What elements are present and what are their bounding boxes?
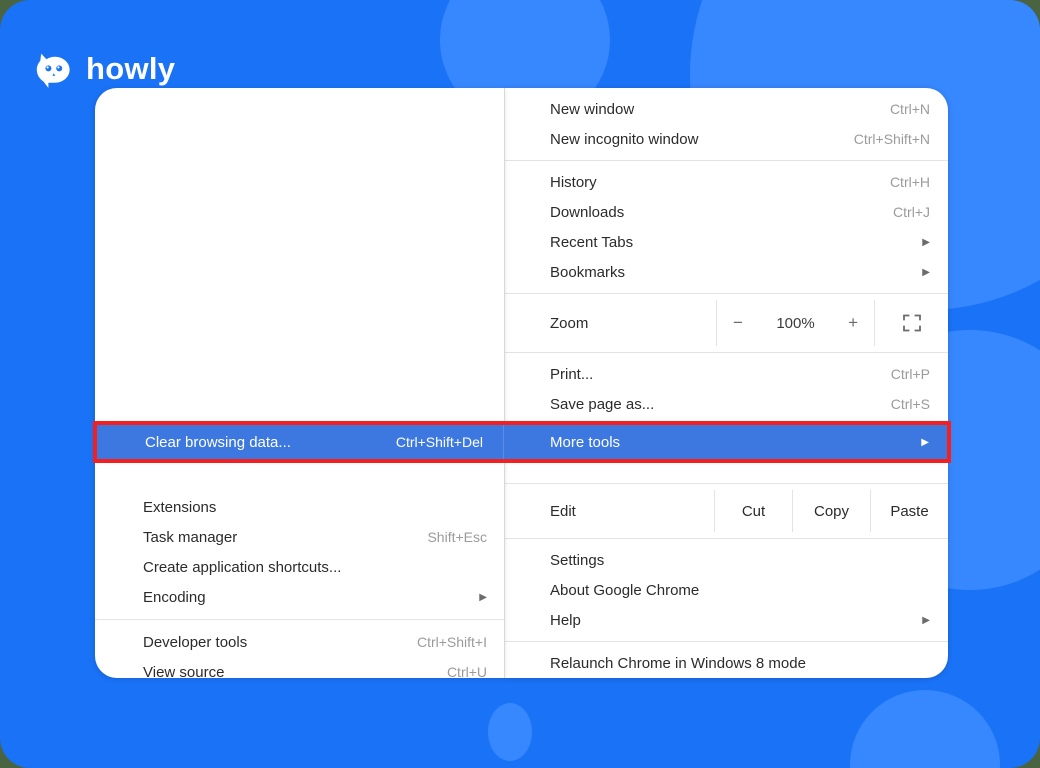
panel-divider [504, 88, 505, 678]
menu-separator [504, 160, 948, 161]
menu-item-label: Save page as... [550, 395, 655, 413]
chevron-right-icon: ▶ [479, 591, 487, 603]
menu-item-new-window[interactable]: New window Ctrl+N [504, 94, 948, 124]
menu-item-shortcut: Ctrl+Shift+Del [395, 434, 483, 450]
menu-row-zoom: Zoom − 100% + [504, 300, 948, 346]
menu-separator [504, 483, 948, 484]
menu-item-label: Help [550, 611, 581, 629]
menu-item-label: New window [550, 100, 635, 118]
menu-item-label: Developer tools [143, 633, 248, 651]
fullscreen-expand-icon [902, 314, 921, 332]
zoom-level-value: 100% [776, 314, 815, 332]
menu-item-downloads[interactable]: Downloads Ctrl+J [504, 197, 948, 227]
menu-group-window: New window Ctrl+N New incognito window C… [504, 94, 948, 154]
menu-separator [95, 619, 505, 620]
submenu-item-developer-tools[interactable]: Developer tools Ctrl+Shift+I [95, 627, 505, 657]
menu-item-label: Recent Tabs [550, 233, 634, 251]
chevron-right-icon: ▶ [922, 614, 930, 626]
chevron-right-icon: ▶ [921, 436, 929, 448]
menu-item-shortcut: Ctrl+H [889, 174, 930, 190]
menu-separator [504, 538, 948, 539]
menu-item-label: Extensions [143, 498, 217, 516]
submenu-item-encoding[interactable]: Encoding ▶ [95, 582, 505, 612]
zoom-label: Zoom [550, 314, 589, 332]
menu-item-label: Relaunch Chrome in Windows 8 mode [550, 654, 806, 672]
menu-item-shortcut: Ctrl+U [446, 664, 487, 678]
menu-item-help[interactable]: Help ▶ [504, 605, 948, 635]
submenu-item-view-source[interactable]: View source Ctrl+U [95, 657, 505, 679]
menu-item-label: Downloads [550, 203, 625, 221]
copy-button[interactable]: Copy [792, 490, 870, 532]
menu-item-more-tools[interactable]: More tools ▶ [504, 425, 947, 459]
menu-separator [504, 352, 948, 353]
menu-item-shortcut: Ctrl+N [889, 101, 930, 117]
menu-item-about-google-chrome[interactable]: About Google Chrome [504, 575, 948, 605]
menu-item-shortcut: Ctrl+J [893, 204, 930, 220]
menu-item-label: Bookmarks [550, 263, 626, 281]
chevron-right-icon: ▶ [922, 266, 930, 278]
submenu-item-create-application-shortcuts[interactable]: Create application shortcuts... [95, 552, 505, 582]
menu-item-label: Print... [550, 365, 594, 383]
menu-item-bookmarks[interactable]: Bookmarks ▶ [504, 257, 948, 287]
menu-item-label: Settings [550, 551, 605, 569]
menu-item-label: Clear browsing data... [145, 433, 291, 451]
chrome-main-menu: New window Ctrl+N New incognito window C… [504, 88, 948, 678]
menu-item-history[interactable]: History Ctrl+H [504, 167, 948, 197]
selected-row-content: Clear browsing data... Ctrl+Shift+Del Mo… [97, 425, 947, 459]
submenu-item-clear-browsing-data-slot [95, 458, 505, 492]
menu-item-shortcut: Ctrl+Shift+I [416, 634, 487, 650]
chevron-right-icon: ▶ [922, 236, 930, 248]
zoom-out-button[interactable]: − [733, 313, 743, 333]
menu-item-label: More tools [550, 433, 621, 451]
menu-item-label: Task manager [143, 528, 238, 546]
menu-item-settings[interactable]: Settings [504, 545, 948, 575]
submenu-body: Extensions Task manager Shift+Esc Create… [95, 458, 505, 678]
more-tools-submenu: Extensions Task manager Shift+Esc Create… [95, 88, 505, 678]
cut-button[interactable]: Cut [714, 490, 792, 532]
decorative-circle-bottom [488, 703, 532, 761]
menu-item-shortcut: Shift+Esc [427, 529, 487, 545]
submenu-item-extensions[interactable]: Extensions [95, 492, 505, 522]
zoom-in-button[interactable]: + [848, 313, 858, 333]
fullscreen-button[interactable] [874, 300, 948, 346]
menu-item-new-incognito-window[interactable]: New incognito window Ctrl+Shift+N [504, 124, 948, 154]
menu-item-save-page-as[interactable]: Save page as... Ctrl+S [504, 389, 948, 419]
menu-item-shortcut: Ctrl+P [890, 366, 930, 382]
page-canvas: howly New window Ctrl+N New incognito wi… [0, 0, 1040, 768]
menu-separator [504, 641, 948, 642]
submenu-group-tools: Extensions Task manager Shift+Esc Create… [95, 492, 505, 612]
menu-item-print[interactable]: Print... Ctrl+P [504, 359, 948, 389]
brand-name: howly [86, 50, 176, 86]
menu-group-browsing: History Ctrl+H Downloads Ctrl+J Recent T… [504, 167, 948, 287]
menu-row-edit: Edit Cut Copy Paste [504, 490, 948, 532]
menu-group-settings: Settings About Google Chrome Help ▶ [504, 545, 948, 635]
decorative-circle-bottom-right [850, 690, 1000, 768]
menu-separator [504, 293, 948, 294]
zoom-controls: − 100% + [716, 300, 874, 346]
howly-cat-speech-bubble-icon [36, 53, 70, 88]
menu-item-shortcut: Ctrl+S [890, 396, 930, 412]
submenu-group-developer: Developer tools Ctrl+Shift+I View source… [95, 627, 505, 679]
paste-button[interactable]: Paste [870, 490, 948, 532]
menu-group-relaunch: Relaunch Chrome in Windows 8 mode [504, 648, 948, 678]
menu-item-recent-tabs[interactable]: Recent Tabs ▶ [504, 227, 948, 257]
edit-label: Edit [550, 502, 576, 520]
submenu-item-task-manager[interactable]: Task manager Shift+Esc [95, 522, 505, 552]
menu-item-label: Encoding [143, 588, 206, 606]
menu-item-label: New incognito window [550, 130, 699, 148]
menu-item-label: View source [143, 663, 225, 679]
menu-item-shortcut: Ctrl+Shift+N [853, 131, 930, 147]
brand-logo: howly [34, 48, 175, 88]
menu-item-label: About Google Chrome [550, 581, 700, 599]
menu-item-label: Create application shortcuts... [143, 558, 342, 576]
menu-item-label: History [550, 173, 597, 191]
submenu-item-clear-browsing-data[interactable]: Clear browsing data... Ctrl+Shift+Del [97, 425, 504, 459]
menu-item-relaunch-windows8-mode[interactable]: Relaunch Chrome in Windows 8 mode [504, 648, 948, 678]
